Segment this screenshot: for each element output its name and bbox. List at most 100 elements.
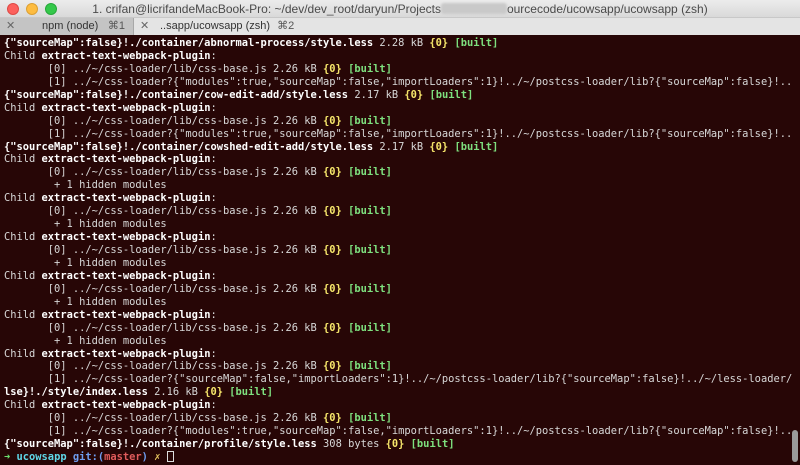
terminal-line: [0] ../~/css-loader/lib/css-base.js 2.26… — [4, 115, 792, 128]
tab-npm-node[interactable]: ✕ npm (node) ⌘1 — [0, 18, 134, 35]
terminal-line: [1] ../~/css-loader?{"modules":true,"sou… — [4, 425, 792, 438]
terminal-text: {"sourceMap":false}!./container/abnormal… — [4, 37, 374, 49]
terminal-text: [0] ../~/css-loader/lib/css-base.js 2.26… — [4, 205, 324, 218]
terminal-text: {0} — [323, 360, 342, 373]
terminal-line: [0] ../~/css-loader/lib/css-base.js 2.26… — [4, 360, 792, 373]
terminal-text: {0} — [323, 114, 342, 127]
terminal-line: Child extract-text-webpack-plugin: — [4, 102, 792, 115]
tab-shortcut: ⌘1 — [107, 20, 125, 32]
terminal-text: : — [210, 192, 217, 205]
terminal-line: lse}!./style/index.less 2.16 kB {0} [bui… — [4, 386, 792, 399]
window-title-suffix: ourcecode/ucowsapp/ucowsapp (zsh) — [506, 2, 708, 16]
terminal-text: [built] — [348, 62, 392, 75]
terminal-text: {"sourceMap":false}!./container/cowshed-… — [4, 140, 374, 153]
terminal-text: [0] ../~/css-loader/lib/css-base.js 2.26… — [4, 166, 324, 179]
terminal-text: {0} — [323, 244, 342, 256]
terminal-text: [built] — [348, 166, 392, 179]
terminal-text: Child — [4, 49, 42, 62]
terminal-text: {0} — [204, 386, 223, 399]
terminal-text: lse}!./style/index.less — [4, 386, 148, 399]
tab-label: npm (node) — [42, 20, 99, 32]
terminal-text: [0] ../~/css-loader/lib/css-base.js 2.26… — [4, 62, 324, 75]
terminal-text: : — [210, 399, 217, 412]
terminal-text: {0} — [429, 37, 449, 49]
terminal-text: : — [210, 347, 217, 360]
window-title-prefix: 1. crifan@licrifandeMacBook-Pro: ~/dev/d… — [92, 2, 441, 16]
prompt-line[interactable]: ➜ ucowsapp git:(master) ✗ — [4, 451, 792, 464]
terminal-text: extract-text-webpack-plugin — [41, 153, 211, 166]
terminal-text: extract-text-webpack-plugin — [41, 308, 211, 321]
terminal-text: [built] — [454, 37, 499, 49]
terminal-line: [0] ../~/css-loader/lib/css-base.js 2.26… — [4, 244, 792, 257]
terminal-text: {0} — [404, 88, 424, 101]
terminal-text: : — [210, 49, 217, 62]
terminal-text: {"sourceMap":false}!./container/profile/… — [4, 438, 317, 451]
terminal-line: {"sourceMap":false}!./container/abnormal… — [4, 37, 792, 50]
terminal-line: Child extract-text-webpack-plugin: — [4, 399, 792, 412]
terminal-line: {"sourceMap":false}!./container/cowshed-… — [4, 141, 792, 154]
close-tab-icon[interactable]: ✕ — [6, 18, 15, 34]
terminal-line: Child extract-text-webpack-plugin: — [4, 270, 792, 283]
terminal-text: [built] — [348, 114, 392, 127]
terminal-text: 2.17 kB — [348, 88, 405, 101]
terminal-text: + 1 hidden modules — [4, 256, 167, 269]
terminal-text: 308 bytes — [316, 438, 386, 451]
terminal-line: Child extract-text-webpack-plugin: — [4, 153, 792, 166]
tab-zsh[interactable]: ✕ ..sapp/ucowsapp (zsh) ⌘2 — [134, 18, 800, 35]
terminal-text: : — [210, 231, 217, 244]
terminal-line: [1] ../~/css-loader?{"modules":true,"sou… — [4, 76, 792, 89]
terminal-text: + 1 hidden modules — [4, 218, 167, 231]
prompt-directory: ucowsapp — [16, 451, 67, 463]
terminal-text: [1] ../~/css-loader?{"modules":true,"sou… — [47, 75, 792, 88]
terminal-text: extract-text-webpack-plugin — [41, 101, 211, 114]
terminal-text: Child — [4, 399, 42, 412]
terminal-line: + 1 hidden modules — [4, 257, 792, 270]
terminal-window: 1. crifan@licrifandeMacBook-Pro: ~/dev/d… — [0, 0, 800, 465]
terminal-text: Child — [4, 101, 42, 114]
terminal-text: [built] — [348, 282, 392, 295]
prompt-branch: master — [104, 451, 142, 463]
terminal-text: extract-text-webpack-plugin — [41, 347, 211, 360]
terminal-line: + 1 hidden modules — [4, 296, 792, 309]
tab-bar: ✕ npm (node) ⌘1 ✕ ..sapp/ucowsapp (zsh) … — [0, 18, 800, 35]
terminal-text: [built] — [454, 140, 499, 153]
terminal-text: + 1 hidden modules — [4, 179, 167, 192]
terminal-text: [built] — [348, 244, 392, 256]
tab-shortcut: ⌘2 — [277, 20, 295, 32]
terminal-text: Child — [4, 347, 42, 360]
terminal-line: [0] ../~/css-loader/lib/css-base.js 2.26… — [4, 205, 792, 218]
terminal-text: [0] ../~/css-loader/lib/css-base.js 2.26… — [4, 114, 324, 127]
prompt-git-label: git:( — [72, 451, 105, 463]
terminal-text: : — [210, 269, 217, 282]
terminal-line: + 1 hidden modules — [4, 179, 792, 192]
terminal-line: [1] ../~/css-loader?{"modules":true,"sou… — [4, 128, 792, 141]
terminal-text: {0} — [429, 140, 449, 153]
terminal-text: [built] — [410, 438, 455, 451]
terminal-text: extract-text-webpack-plugin — [41, 269, 211, 282]
terminal-line: + 1 hidden modules — [4, 335, 792, 348]
scrollbar-thumb[interactable] — [792, 430, 798, 462]
terminal-text: [built] — [429, 88, 474, 101]
terminal-output[interactable]: {"sourceMap":false}!./container/abnormal… — [0, 35, 792, 465]
terminal-text: Child — [4, 231, 42, 244]
terminal-line: [0] ../~/css-loader/lib/css-base.js 2.26… — [4, 63, 792, 76]
close-tab-icon[interactable]: ✕ — [140, 18, 149, 34]
terminal-line: [0] ../~/css-loader/lib/css-base.js 2.26… — [4, 412, 792, 425]
terminal-text: 2.16 kB — [147, 386, 205, 399]
terminal-line: Child extract-text-webpack-plugin: — [4, 309, 792, 322]
terminal-text: Child — [4, 153, 42, 166]
terminal-line: Child extract-text-webpack-plugin: — [4, 231, 792, 244]
terminal-text: [built] — [229, 386, 274, 399]
terminal-text: {"sourceMap":false}!./container/cow-edit… — [4, 88, 349, 101]
terminal-text: {0} — [323, 412, 342, 425]
terminal-text: Child — [4, 308, 42, 321]
terminal-text: [0] ../~/css-loader/lib/css-base.js 2.26… — [4, 412, 324, 425]
terminal-text: [1] ../~/css-loader?{"sourceMap":false,"… — [47, 373, 792, 386]
terminal-line: + 1 hidden modules — [4, 218, 792, 231]
tab-label: ..sapp/ucowsapp (zsh) — [160, 20, 271, 32]
window-title: 1. crifan@licrifandeMacBook-Pro: ~/dev/d… — [0, 2, 800, 16]
terminal-line: Child extract-text-webpack-plugin: — [4, 50, 792, 63]
terminal-text: Child — [4, 192, 42, 205]
terminal-text: [1] ../~/css-loader?{"modules":true,"sou… — [47, 127, 792, 140]
terminal-line: [0] ../~/css-loader/lib/css-base.js 2.26… — [4, 283, 792, 296]
